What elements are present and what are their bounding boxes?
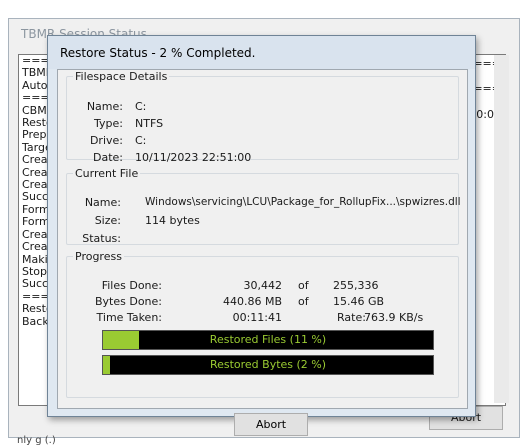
current-file-legend: Current File [75, 167, 139, 180]
files-total-value: 255,336 [333, 279, 379, 292]
background-footer-text: nly g (.) [17, 435, 56, 446]
filespace-name-label: Name: [86, 100, 123, 113]
files-done-value: 30,442 [243, 279, 283, 292]
dialog-title: Restore Status - 2 % Completed. [60, 46, 256, 60]
current-file-name-label: Name: [84, 196, 121, 209]
progress-group: Progress Files Done: 30,442 of 255,336 B… [66, 250, 459, 398]
restore-status-dialog: Restore Status - 2 % Completed. Filespac… [47, 35, 476, 436]
current-file-group: Current File Name: Windows\servicing\LCU… [66, 167, 461, 245]
filespace-drive-label: Drive: [89, 134, 123, 147]
filespace-details-legend: Filespace Details [75, 70, 168, 83]
filespace-date-value: 10/11/2023 22:51:00 [135, 151, 252, 164]
filespace-type-label: Type: [94, 117, 123, 130]
restored-files-progress-text: Restored Files (11 %) [209, 333, 327, 346]
time-taken-value: 00:11:41 [232, 311, 282, 324]
dialog-client-area: Filespace Details Name: C: Type: NTFS Dr… [57, 69, 468, 436]
background-scrollbar[interactable] [494, 55, 509, 403]
restored-bytes-progress-bar: Restored Bytes (2 %) [102, 355, 434, 375]
progress-legend: Progress [75, 250, 122, 263]
filespace-details-group: Filespace Details Name: C: Type: NTFS Dr… [66, 70, 459, 164]
bytes-done-label: Bytes Done: [94, 295, 162, 308]
time-taken-label: Time Taken: [96, 311, 162, 324]
filespace-drive-value: C: [135, 134, 147, 147]
filespace-date-label: Date: [93, 151, 123, 164]
restored-bytes-progress-text: Restored Bytes (2 %) [209, 358, 327, 371]
restored-files-progress-bar: Restored Files (11 %) [102, 330, 434, 350]
current-file-size-value: 114 bytes [145, 214, 200, 227]
bytes-of-text: of [298, 295, 309, 308]
filespace-type-value: NTFS [135, 117, 164, 130]
rate-label: Rate: [337, 311, 366, 324]
abort-button[interactable]: Abort [234, 413, 308, 436]
rate-value: 763.9 KB/s [364, 311, 424, 324]
filespace-name-value: C: [135, 100, 147, 113]
bytes-done-value: 440.86 MB [222, 295, 282, 308]
current-file-size-label: Size: [94, 214, 121, 227]
bytes-total-value: 15.46 GB [333, 295, 385, 308]
files-done-label: Files Done: [101, 279, 162, 292]
dialog-titlebar[interactable]: Restore Status - 2 % Completed. [48, 36, 475, 69]
files-of-text: of [298, 279, 309, 292]
current-file-status-label: Status: [82, 232, 121, 245]
current-file-name-value: Windows\servicing\LCU\Package_for_Rollup… [145, 196, 461, 208]
